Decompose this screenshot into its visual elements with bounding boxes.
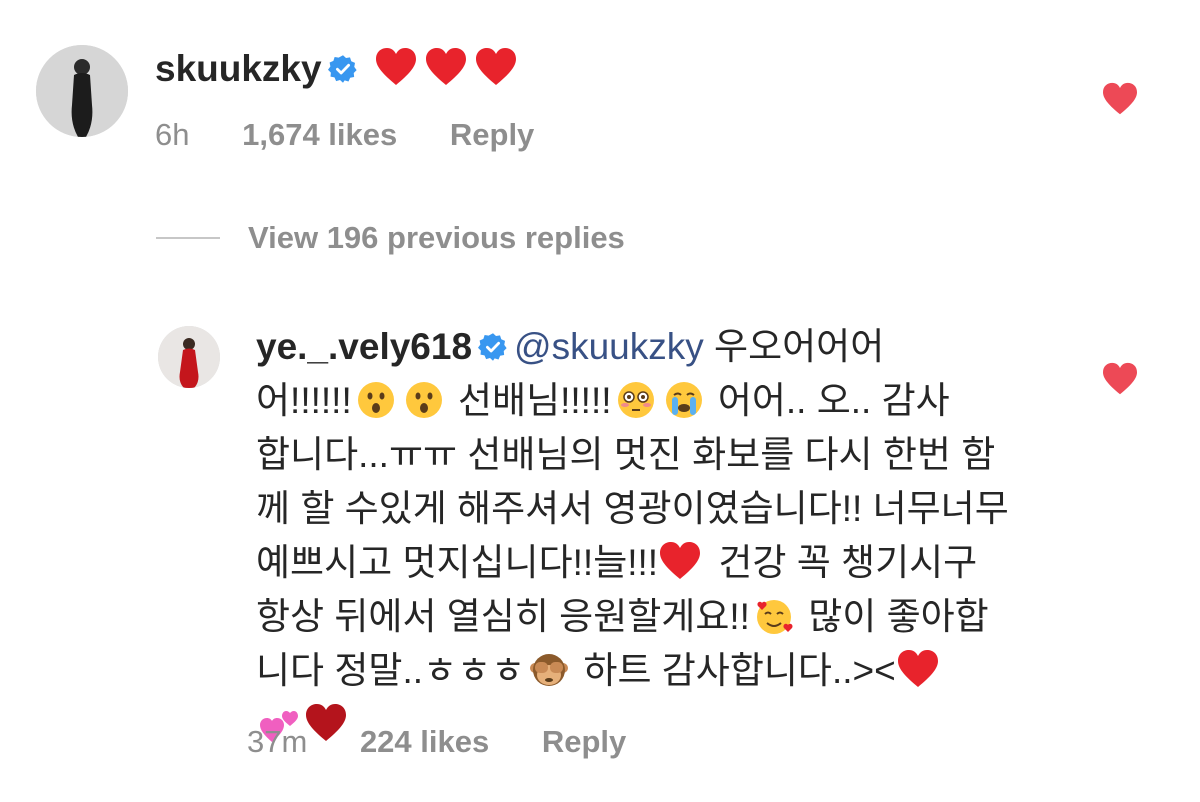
view-previous-replies[interactable]: View 196 previous replies xyxy=(156,220,625,256)
avatar-ye-vely618[interactable] xyxy=(158,326,220,388)
red-heart-emoji-icon xyxy=(375,48,416,85)
replies-divider xyxy=(156,237,220,239)
comment-body: skuukzky xyxy=(155,42,1055,96)
comment-meta: 6h 1,674 likes Reply xyxy=(155,117,578,153)
reply-text-seg2: 어!!!!!! xyxy=(256,380,352,421)
heart-icon[interactable] xyxy=(1101,362,1139,396)
verified-badge-icon xyxy=(327,55,357,83)
verified-badge-icon xyxy=(478,333,507,361)
hushed-face-emoji-icon xyxy=(357,382,394,418)
reply-text-seg8: 건강 꼭 챙기시구 xyxy=(718,542,978,583)
avatar-skuukzky[interactable] xyxy=(36,45,128,137)
red-heart-emoji-icon xyxy=(475,48,516,85)
reply-meta: 37m 224 likes Reply xyxy=(247,724,670,760)
red-heart-emoji-icon xyxy=(425,48,466,85)
comment-time: 6h xyxy=(155,117,190,152)
reply-username[interactable]: ye._.vely618 xyxy=(256,326,472,367)
crying-face-emoji-icon xyxy=(665,382,702,418)
reply-text-seg10: 많이 좋아합 xyxy=(808,596,989,637)
smiling-face-with-hearts-emoji-icon xyxy=(756,600,793,634)
see-no-evil-monkey-emoji-icon xyxy=(530,654,569,686)
reply-reply-button[interactable]: Reply xyxy=(542,724,626,759)
reply-text-seg9: 항상 뒤에서 열심히 응원할게요!! xyxy=(256,596,750,637)
reply-body: ye._.vely618 @skuukzky 우오어어어 어!!!!!! 선배님!… xyxy=(256,320,1056,752)
reply-text-seg4: 어어.. 오.. 감사 xyxy=(717,380,950,421)
reply-text-seg11: 니다 정말..ㅎㅎㅎ xyxy=(256,650,526,691)
red-heart-emoji-icon xyxy=(660,542,701,579)
heart-icon[interactable] xyxy=(1101,82,1139,116)
hushed-face-emoji-icon xyxy=(405,382,442,418)
red-heart-emoji-icon xyxy=(897,650,938,687)
reply-text-seg3: 선배님!!!!! xyxy=(458,380,612,421)
reply-time: 37m xyxy=(247,724,308,759)
comment-likes[interactable]: 1,674 likes xyxy=(242,117,397,152)
mention-link[interactable]: @skuukzky xyxy=(514,326,704,367)
reply-likes[interactable]: 224 likes xyxy=(360,724,489,759)
comment-username[interactable]: skuukzky xyxy=(155,48,322,89)
flushed-face-emoji-icon xyxy=(617,382,654,418)
reply-text-seg5: 합니다...ㅠㅠ 선배님의 멋진 화보를 다시 한번 함 xyxy=(256,434,996,475)
comment-reply-button[interactable]: Reply xyxy=(450,117,534,152)
reply-text-seg12: 하트 감사합니다..>< xyxy=(583,650,896,691)
view-replies-label[interactable]: View 196 previous replies xyxy=(248,220,625,255)
reply-text-seg7: 예쁘시고 멋지십니다!!늘!!! xyxy=(256,542,659,583)
reply-text-seg6: 께 할 수있게 해주셔서 영광이였습니다!! 너무너무 xyxy=(256,488,1009,529)
reply-text-seg1: 우오어어어 xyxy=(714,326,885,367)
